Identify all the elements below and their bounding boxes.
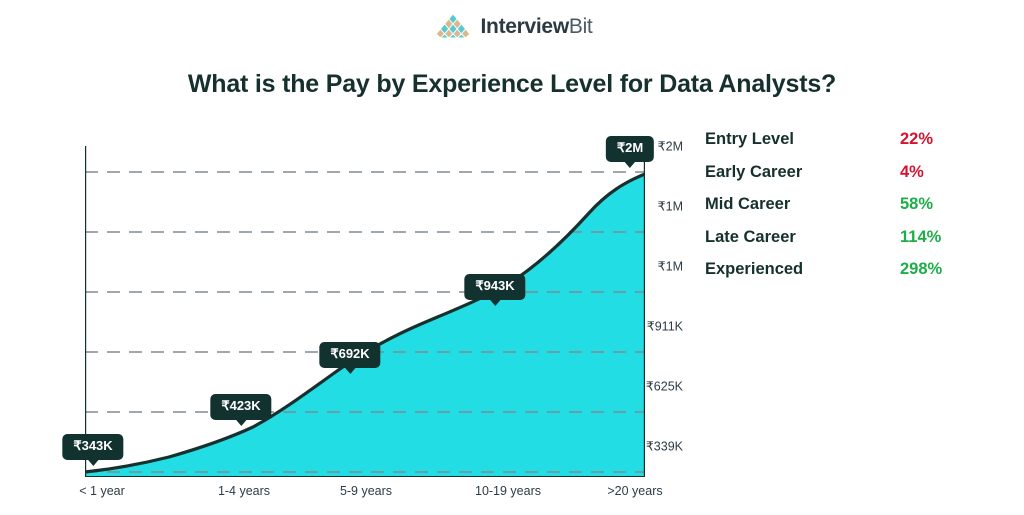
legend-label-entry-level: Entry Level — [705, 130, 794, 148]
legend-label-early-career: Early Career — [705, 162, 803, 181]
brand-logo: InterviewBit — [0, 10, 1024, 42]
legend-value-entry-level: 22% — [900, 130, 934, 148]
data-label-4: ₹2M — [605, 136, 655, 168]
page-title: What is the Pay by Experience Level for … — [187, 70, 837, 98]
brand-name-bold: Interview — [480, 14, 570, 38]
legend-row: Early Career 4% — [705, 163, 1005, 196]
data-label-3: ₹943K — [464, 274, 526, 306]
data-label-0: ₹343K — [62, 434, 124, 466]
legend-label-experienced: Experienced — [705, 260, 804, 278]
legend-row: Experienced 298% — [705, 260, 1005, 293]
chart-container: ₹2M ₹1M ₹1M ₹911K ₹625K ₹339K ₹343K ₹423… — [0, 120, 690, 515]
plot-area: ₹343K ₹423K ₹692K ₹943K ₹2M — [62, 136, 655, 477]
x-axis-tick-2: 5-9 years — [339, 484, 393, 498]
legend-label-late-career: Late Career — [705, 227, 796, 246]
legend-value-early-career: 4% — [900, 162, 924, 181]
legend-value-late-career: 114% — [900, 227, 942, 246]
legend-row: Mid Career 58% — [705, 195, 1005, 228]
x-axis-tick-3: 10-19 years — [474, 484, 542, 498]
legend-label-mid-career: Mid Career — [705, 195, 791, 213]
infographic-page: InterviewBit What is the Pay by Experien… — [0, 0, 1024, 515]
brand-name-light: Bit — [568, 14, 593, 38]
legend-row: Entry Level 22% — [705, 130, 1005, 163]
legend-value-experienced: 298% — [900, 260, 943, 278]
legend-value-mid-career: 58% — [900, 195, 934, 213]
legend-row: Late Career 114% — [705, 228, 1005, 261]
x-axis-tick-4: >20 years — [607, 484, 663, 498]
data-label-2: ₹692K — [319, 342, 381, 374]
area-fill — [85, 174, 645, 477]
interviewbit-pyramid-logo-icon — [435, 13, 470, 39]
legend-table: Entry Level 22% Early Career 4% Mid Care… — [705, 130, 1005, 293]
area-chart-svg — [85, 146, 645, 477]
data-label-1: ₹423K — [210, 394, 272, 426]
x-axis-tick-1: 1-4 years — [217, 484, 271, 498]
x-axis-tick-0: < 1 year — [79, 484, 125, 498]
brand-name: InterviewBit — [481, 16, 593, 37]
